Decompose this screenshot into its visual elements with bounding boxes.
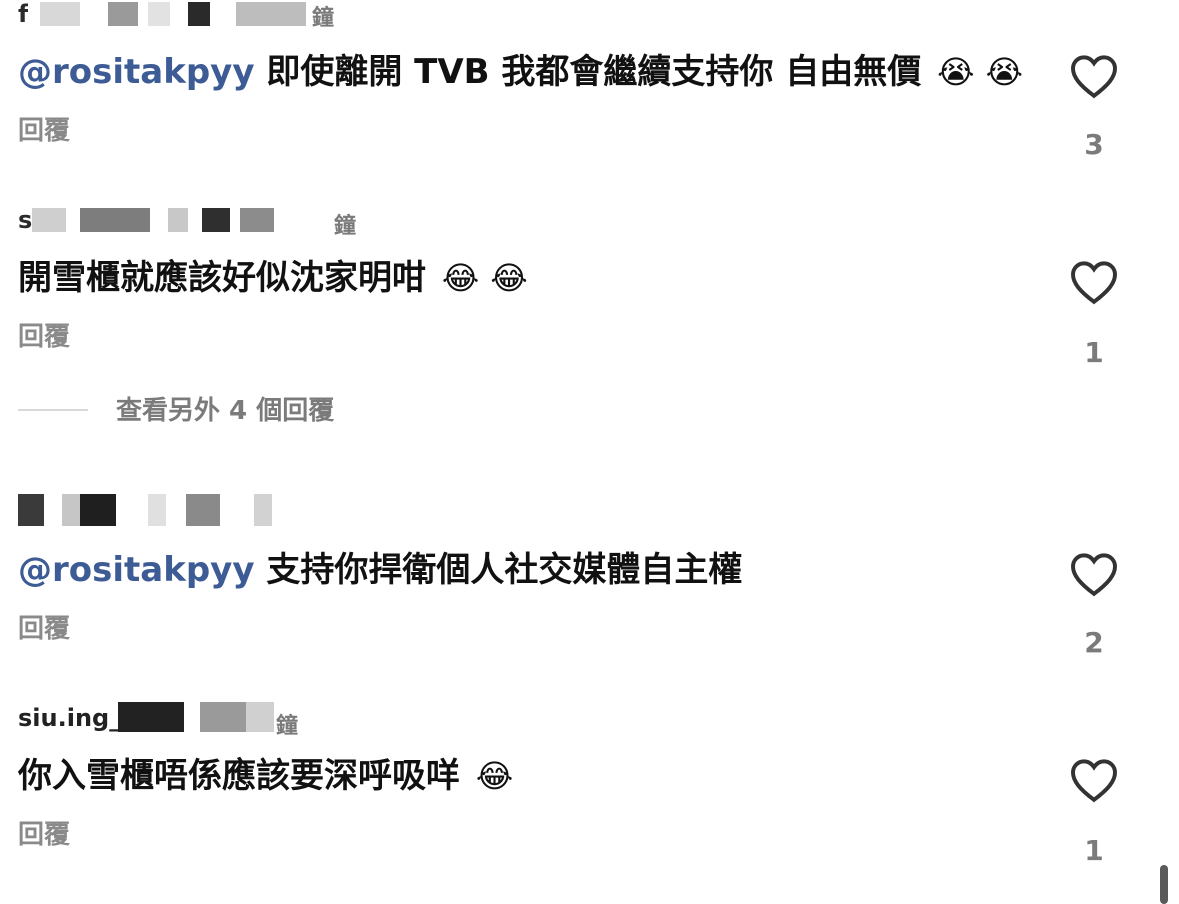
- heart-outline-icon: [1071, 55, 1117, 99]
- scrollbar[interactable]: [1160, 865, 1168, 904]
- like-button[interactable]: [1066, 752, 1122, 808]
- laughing-face-emoji: 😂: [475, 757, 514, 795]
- comment-text: 開雪櫃就應該好似沈家明咁 😂 😂: [18, 250, 528, 299]
- comment-username[interactable]: f: [18, 0, 28, 30]
- view-more-replies-label: 查看另外 4 個回覆: [116, 396, 335, 426]
- like-count: 2: [1084, 626, 1104, 659]
- like-count: 1: [1084, 834, 1104, 867]
- comment-username[interactable]: s: [18, 206, 32, 236]
- comment-text: @rositakpyy 支持你捍衛個人社交媒體自主權: [18, 542, 742, 591]
- comment-username[interactable]: siu.ing_: [18, 704, 121, 734]
- comment-timestamp: 鐘: [334, 214, 357, 238]
- like-button[interactable]: [1066, 48, 1122, 104]
- reply-button[interactable]: 回覆: [18, 316, 70, 353]
- crying-face-emoji: 😭 😭: [937, 53, 1024, 91]
- laughing-face-emoji: 😂 😂: [441, 259, 528, 297]
- heart-outline-icon: [1071, 759, 1117, 803]
- comment-text: @rositakpyy 即使離開 TVB 我都會繼續支持你 自由無價 😭 😭: [18, 44, 1023, 93]
- blurred-username: [18, 494, 338, 526]
- blurred-username: [18, 208, 338, 232]
- like-button[interactable]: [1066, 546, 1122, 602]
- comment-body: 即使離開 TVB 我都會繼續支持你 自由無價: [254, 52, 922, 92]
- comment-body: 開雪櫃就應該好似沈家明咁: [18, 258, 426, 298]
- comment-body: 你入雪櫃唔係應該要深呼吸咩: [18, 756, 460, 796]
- comment-timestamp: 鐘: [312, 6, 335, 30]
- reply-button[interactable]: 回覆: [18, 814, 70, 851]
- like-button[interactable]: [1066, 254, 1122, 310]
- mention-link[interactable]: @rositakpyy: [18, 550, 255, 590]
- blurred-username: [18, 2, 338, 26]
- comment-body: 支持你捍衛個人社交媒體自主權: [254, 550, 743, 590]
- reply-button[interactable]: 回覆: [18, 110, 70, 147]
- heart-outline-icon: [1071, 261, 1117, 305]
- divider-line: [18, 409, 88, 411]
- like-count: 1: [1084, 336, 1104, 369]
- mention-link[interactable]: @rositakpyy: [18, 52, 255, 92]
- heart-outline-icon: [1071, 553, 1117, 597]
- comment-timestamp: 鐘: [276, 714, 299, 738]
- reply-button[interactable]: 回覆: [18, 608, 70, 645]
- like-count: 3: [1084, 128, 1104, 161]
- comment-text: 你入雪櫃唔係應該要深呼吸咩 😂: [18, 748, 513, 797]
